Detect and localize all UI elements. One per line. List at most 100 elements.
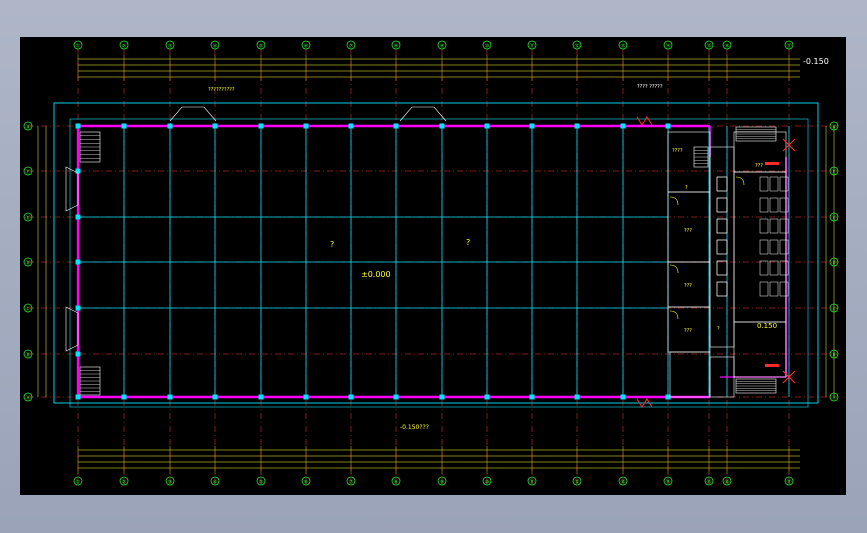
column — [75, 351, 81, 357]
cad-viewport[interactable]: ① ① ② ② ③ ③ ④ ④ ⑤ ⑤ ⑥ ⑥ ⑦ ⑦ ⑧ ⑧ ⑨ ⑨ ⑩ ⑩ ⑪ ⑪ ⑫ ⑫ ⑬ ⑬ ⑭ ⑭ ⑮ ⑮ ⑯ ⑯ ⑰ ⑰ Ⓖ Ⓖ Ⓕ Ⓕ Ⓔ Ⓔ… — [20, 37, 846, 495]
room-label: ? — [685, 185, 688, 191]
column — [75, 214, 81, 220]
axis-bubble-label: ⑥ — [304, 44, 309, 50]
room-outline — [667, 131, 711, 193]
column — [258, 123, 264, 129]
column — [348, 394, 354, 400]
table — [769, 197, 779, 213]
table — [716, 176, 728, 192]
axis-bubble-label: ⑩ — [485, 480, 490, 486]
axis-bubble-label: ⑨ — [440, 480, 444, 486]
room-label: ??? — [684, 328, 692, 334]
table — [759, 239, 769, 255]
axis-bubble-label: Ⓓ — [25, 260, 30, 267]
axis-bubble-label: ⑤ — [259, 44, 263, 50]
door-arc — [669, 196, 679, 206]
table — [716, 281, 728, 297]
side-door — [65, 166, 79, 212]
table — [716, 197, 728, 213]
column — [484, 394, 490, 400]
axis-bubble-label: Ⓒ — [831, 306, 836, 313]
axis-bubble-label: ⑬ — [620, 43, 625, 50]
elevation-side-label: 0.150 — [757, 322, 777, 330]
column — [167, 123, 173, 129]
column — [484, 123, 490, 129]
column — [75, 123, 81, 129]
side-door — [65, 306, 79, 352]
room-label: ??? — [684, 283, 692, 289]
column — [167, 394, 173, 400]
table — [769, 176, 779, 192]
axis-bubble-label: ⑤ — [259, 480, 263, 486]
column — [75, 305, 81, 311]
axis-bubble-label: ② — [122, 44, 127, 50]
column — [75, 259, 81, 265]
room-label: ? — [717, 326, 720, 332]
column — [529, 394, 535, 400]
table — [716, 281, 728, 297]
axis-bubble-label: ⑮ — [706, 43, 711, 50]
room-tag: ???? — [672, 148, 683, 154]
table — [716, 260, 728, 276]
door-arc — [669, 264, 679, 274]
axis-bubble-label: Ⓔ — [831, 215, 836, 222]
room-label: ??? — [755, 163, 763, 169]
column — [393, 123, 399, 129]
column-grid — [53, 102, 819, 408]
table — [769, 239, 779, 255]
axis-bubble-label: ④ — [213, 480, 218, 486]
column — [620, 123, 626, 129]
door-arc — [735, 176, 745, 186]
exterior-walls — [75, 123, 787, 400]
axis-bubble-label: ⑩ — [485, 44, 490, 50]
column — [439, 123, 445, 129]
slab-edge — [53, 102, 819, 404]
table — [716, 218, 728, 234]
column — [529, 123, 535, 129]
elevation-top-label: -0.150 — [803, 57, 829, 66]
column — [665, 123, 671, 129]
axis-bubble-label: ③ — [168, 480, 172, 486]
column — [574, 394, 580, 400]
axis-bubble-label: ⑪ — [529, 479, 534, 486]
red-bar — [765, 364, 779, 367]
column — [393, 394, 399, 400]
axis-bubble-label: ④ — [213, 44, 218, 50]
axis-bubble-label: ⑭ — [665, 43, 670, 50]
axis-bubble-label: ② — [122, 480, 127, 486]
table — [759, 260, 769, 276]
room-outline — [669, 351, 711, 398]
ramp-symbol — [636, 116, 653, 126]
axis-bubble-label: ⑦ — [349, 480, 354, 486]
axis-bubble-label: ⑫ — [574, 43, 579, 50]
dimension-lines — [37, 55, 835, 474]
table — [716, 260, 728, 276]
table — [716, 239, 728, 255]
axis-bubble-label: ⑨ — [440, 44, 444, 50]
room-outline — [667, 191, 711, 263]
axis-bubble-label: ⑥ — [304, 480, 309, 486]
axis-bubble-label: Ⓕ — [25, 169, 30, 176]
axis-bubble-label: ⑧ — [394, 44, 399, 50]
axis-bubble-label: ③ — [168, 44, 172, 50]
table — [716, 197, 728, 213]
axis-bubble-label: ① — [76, 44, 81, 50]
axis-bubble-label: ⑫ — [574, 479, 579, 486]
axis-bubble-label: ⑮ — [706, 479, 711, 486]
column — [212, 123, 218, 129]
column — [574, 123, 580, 129]
axis-bubble-label: ⑰ — [786, 479, 791, 486]
column — [439, 394, 445, 400]
axis-bubble-label: Ⓖ — [831, 124, 836, 131]
table — [769, 260, 779, 276]
door-arc — [669, 310, 679, 320]
table — [759, 281, 769, 297]
axis-bubble-label: ⑦ — [349, 44, 354, 50]
note-top: ?????????? — [208, 87, 235, 93]
elevation-main-label: ±0.000 — [361, 270, 391, 279]
table — [716, 218, 728, 234]
red-bar — [765, 162, 779, 165]
column — [620, 394, 626, 400]
axis-bubbles: ① ① ② ② ③ ③ ④ ④ ⑤ ⑤ ⑥ ⑥ ⑦ ⑦ ⑧ ⑧ ⑨ ⑨ ⑩ ⑩ ⑪ ⑪ ⑫ ⑫ ⑬ ⑬ ⑭ ⑭ ⑮ ⑮ ⑯ ⑯ ⑰ ⑰ Ⓖ Ⓖ Ⓕ Ⓕ Ⓔ Ⓔ… — [23, 40, 839, 486]
table — [769, 218, 779, 234]
